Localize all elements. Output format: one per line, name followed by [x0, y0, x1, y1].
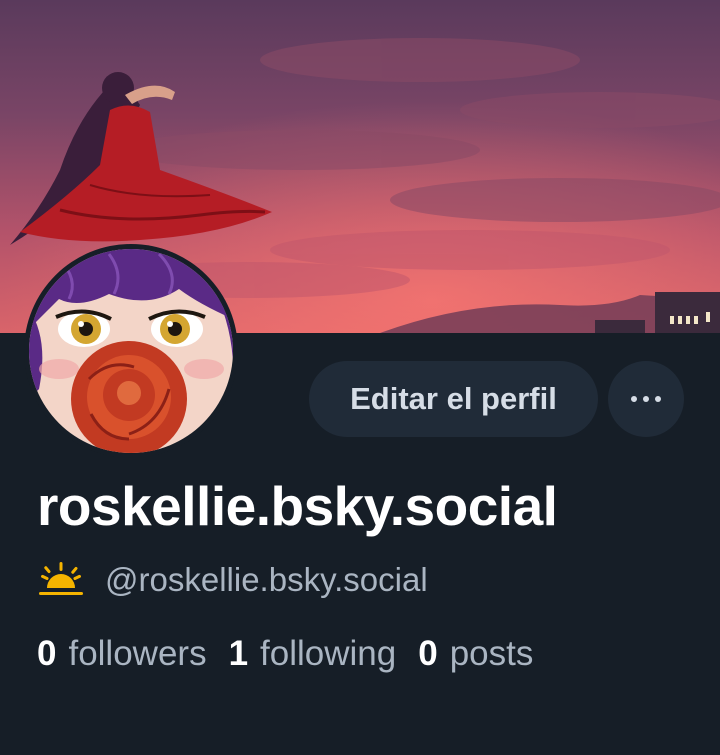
followers-count: 0: [37, 634, 57, 673]
display-name: roskellie.bsky.social: [37, 475, 558, 537]
sun-icon: [39, 562, 83, 595]
following-count: 1: [228, 634, 249, 673]
profile-page: Editar el perfil roskellie.bsky.social @…: [0, 0, 720, 755]
edit-profile-button[interactable]: Editar el perfil: [309, 361, 598, 437]
more-options-button[interactable]: [608, 361, 684, 437]
profile-stats: 0 followers 1 following 0 posts: [37, 634, 555, 674]
followers-link[interactable]: 0 followers: [37, 634, 207, 674]
posts-count: 0: [418, 634, 438, 673]
handle-row: @roskellie.bsky.social: [37, 558, 428, 602]
posts-stat: 0 posts: [418, 634, 533, 674]
following-label: following: [260, 634, 397, 673]
more-icon: [628, 396, 664, 402]
handle[interactable]: @roskellie.bsky.social: [105, 561, 428, 599]
posts-label: posts: [449, 634, 534, 673]
followers-label: followers: [68, 634, 207, 673]
avatar[interactable]: [24, 244, 238, 458]
following-link[interactable]: 1 following: [229, 634, 397, 674]
avatar-image: [29, 249, 233, 453]
